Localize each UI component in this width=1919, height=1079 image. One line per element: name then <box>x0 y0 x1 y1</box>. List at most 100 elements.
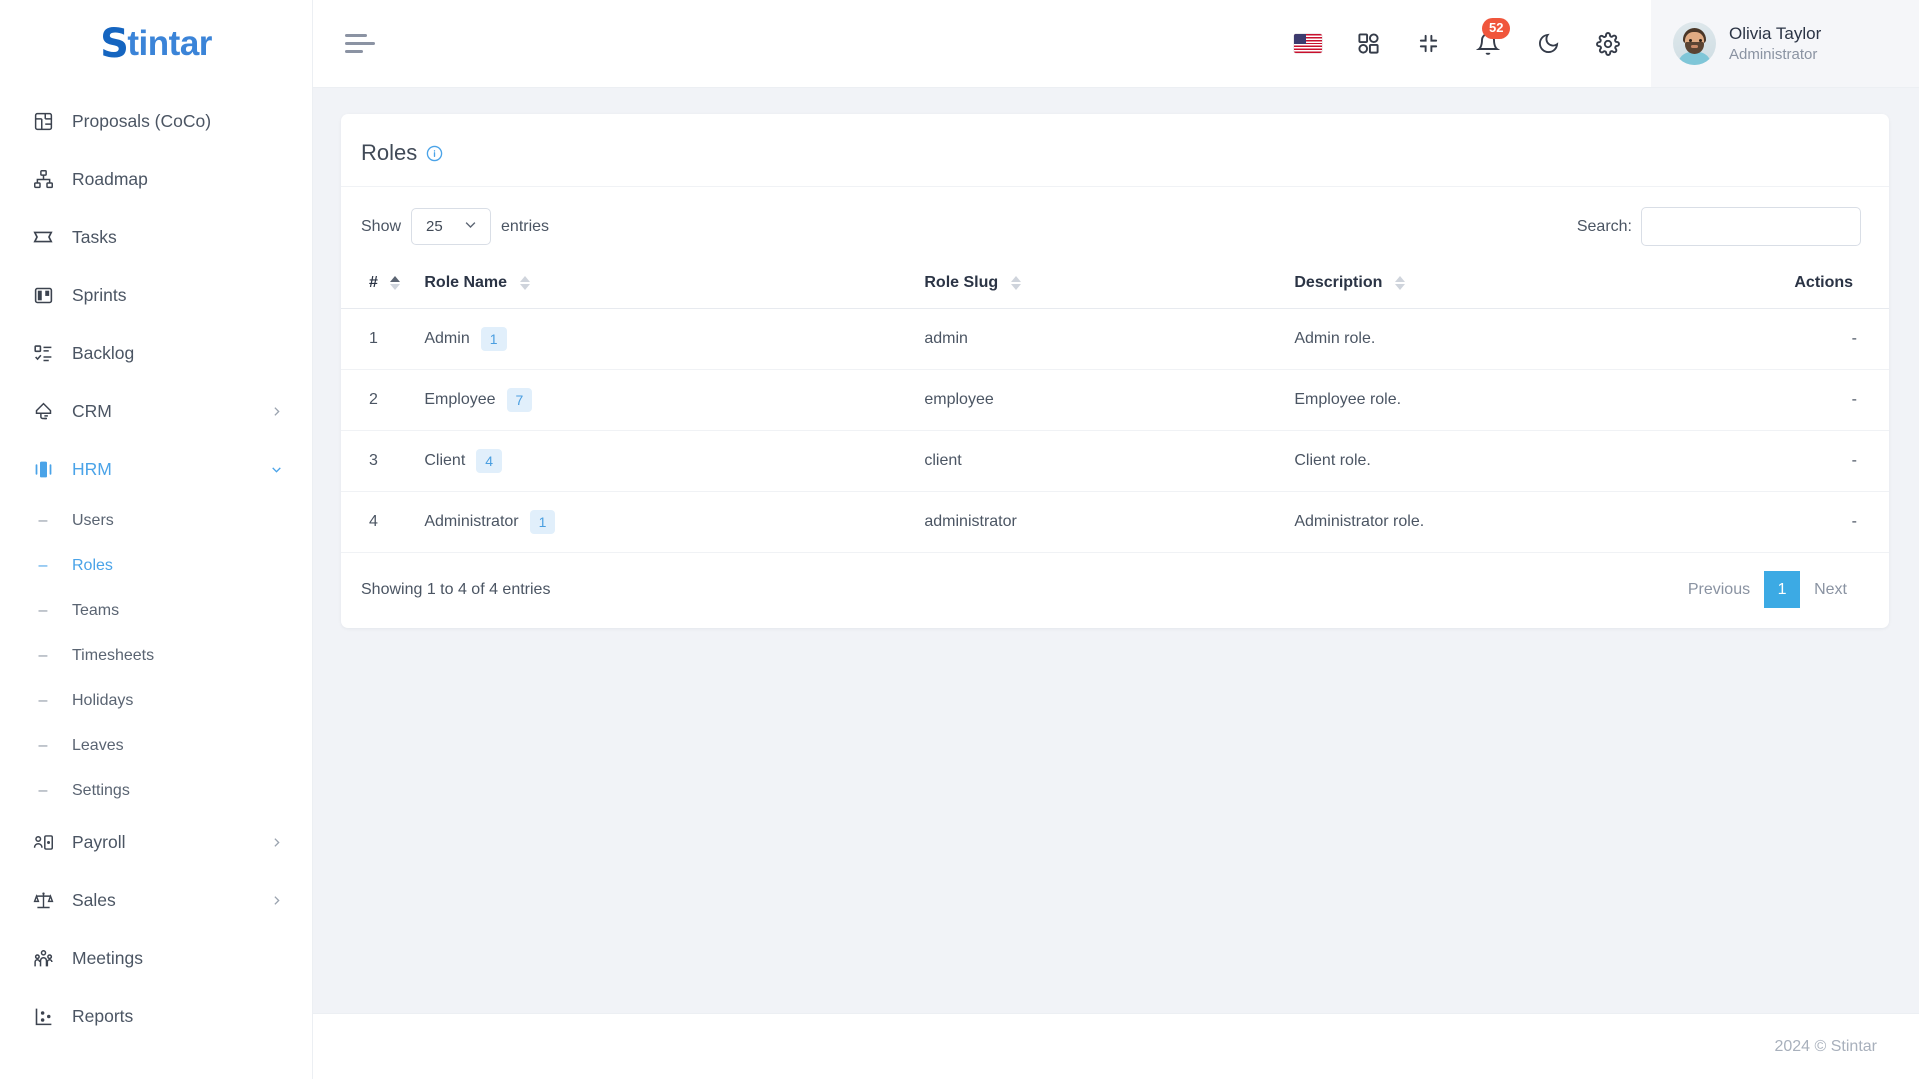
sort-arrows-icon <box>1394 275 1405 290</box>
content-area: Roles Show 102550100 ent <box>313 88 1919 1013</box>
sidebar-label: Reports <box>72 1005 134 1026</box>
column-header-role-slug[interactable]: Role Slug <box>912 260 1283 309</box>
page-title: Roles <box>361 140 418 165</box>
cell-actions: - <box>1782 308 1889 370</box>
pagination-previous[interactable]: Previous <box>1674 572 1764 608</box>
search-input[interactable] <box>1641 207 1861 246</box>
cell-actions: - <box>1782 491 1889 553</box>
table-row[interactable]: 1 Admin 1 admin Admin role. - <box>341 308 1889 370</box>
column-header-description[interactable]: Description <box>1282 260 1783 309</box>
cell-index: 1 <box>341 308 413 370</box>
card-header: Roles <box>341 114 1889 187</box>
role-name-text: Client <box>424 452 466 469</box>
reports-icon <box>30 1006 56 1027</box>
dash-icon: – <box>38 691 48 709</box>
role-count-badge: 7 <box>506 388 533 412</box>
sidebar-sublabel: Teams <box>72 601 120 619</box>
page-length-select[interactable]: 102550100 <box>411 208 492 245</box>
apps-grid-icon[interactable] <box>1353 29 1383 59</box>
brand-text: tintar <box>127 24 212 63</box>
pagination-next[interactable]: Next <box>1800 572 1861 608</box>
sidebar-item-roadmap[interactable]: Roadmap <box>0 150 312 208</box>
table-head: # Role Name Role Slug Description Action… <box>341 260 1889 309</box>
sort-arrows-icon <box>1010 275 1021 290</box>
column-header-actions: Actions <box>1782 260 1889 309</box>
entries-label: entries <box>501 217 550 235</box>
sidebar-item-hrm[interactable]: HRM <box>0 440 312 498</box>
sidebar-item-meetings[interactable]: Meetings <box>0 929 312 987</box>
sales-icon <box>30 890 56 911</box>
role-count-badge: 1 <box>529 510 556 534</box>
sidebar-subitem-users[interactable]: – Users <box>0 498 312 543</box>
user-menu[interactable]: Olivia Taylor Administrator <box>1651 0 1919 87</box>
page-length-control: Show 102550100 entries <box>361 208 549 245</box>
role-name-text: Admin <box>424 330 470 347</box>
dash-icon: – <box>38 511 48 529</box>
column-header-index[interactable]: # <box>341 260 413 309</box>
sidebar-label: Proposals (CoCo) <box>72 110 212 131</box>
role-count-badge: 4 <box>476 449 503 473</box>
cell-index: 2 <box>341 369 413 431</box>
role-name-text: Administrator <box>424 513 519 530</box>
chevron-right-icon <box>268 836 284 849</box>
sidebar-item-proposals[interactable]: Proposals (CoCo) <box>0 92 312 150</box>
sidebar-subitem-settings[interactable]: – Settings <box>0 768 312 813</box>
sort-arrows-icon <box>390 275 401 290</box>
dash-icon: – <box>38 646 48 664</box>
role-count-badge: 1 <box>480 327 507 351</box>
brand-logo[interactable]: Stintar <box>0 0 312 88</box>
moon-icon[interactable] <box>1533 29 1563 59</box>
compress-icon[interactable] <box>1413 29 1443 59</box>
sidebar-subitem-timesheets[interactable]: – Timesheets <box>0 633 312 678</box>
bell-icon[interactable]: 52 <box>1473 17 1511 59</box>
sidebar-item-payroll[interactable]: Payroll <box>0 813 312 871</box>
table-row[interactable]: 4 Administrator 1 administrator Administ… <box>341 491 1889 553</box>
table-footer: Showing 1 to 4 of 4 entries Previous 1 N… <box>341 553 1889 622</box>
topbar-icons: 52 <box>1293 0 1651 87</box>
cell-description: Employee role. <box>1282 369 1783 431</box>
column-header-role-name[interactable]: Role Name <box>412 260 913 309</box>
sidebar: Stintar Proposals (CoCo) Roadmap Tasks S… <box>0 0 313 1079</box>
sidebar-item-reports[interactable]: Reports <box>0 987 312 1045</box>
cell-role-slug: client <box>912 430 1283 492</box>
table-row[interactable]: 3 Client 4 client Client role. - <box>341 430 1889 492</box>
cell-actions: - <box>1782 430 1889 492</box>
sidebar-subitem-leaves[interactable]: – Leaves <box>0 723 312 768</box>
sidebar-sublabel: Leaves <box>72 736 124 754</box>
sidebar-label: CRM <box>72 400 112 421</box>
column-label: Role Name <box>424 274 508 291</box>
backlog-icon <box>30 343 56 364</box>
chevron-right-icon <box>268 405 284 418</box>
sidebar-sublabel: Settings <box>72 781 130 799</box>
sidebar-subitem-teams[interactable]: – Teams <box>0 588 312 633</box>
sidebar-subitem-roles[interactable]: – Roles <box>0 543 312 588</box>
sidebar-item-backlog[interactable]: Backlog <box>0 324 312 382</box>
sidebar-label: Payroll <box>72 831 126 852</box>
pagination-info: Showing 1 to 4 of 4 entries <box>361 580 551 598</box>
cell-description: Client role. <box>1282 430 1783 492</box>
hamburger-icon[interactable] <box>313 0 383 87</box>
cell-role-name: Employee 7 <box>412 369 913 431</box>
sidebar-item-sales[interactable]: Sales <box>0 871 312 929</box>
table-body: 1 Admin 1 admin Admin role. - 2 Employee… <box>341 308 1889 553</box>
sidebar-item-tasks[interactable]: Tasks <box>0 208 312 266</box>
sidebar-subitem-holidays[interactable]: – Holidays <box>0 678 312 723</box>
chevron-down-icon <box>268 463 284 476</box>
us-flag-icon[interactable] <box>1293 29 1323 59</box>
table-row[interactable]: 2 Employee 7 employee Employee role. - <box>341 369 1889 431</box>
gear-icon[interactable] <box>1593 29 1623 59</box>
info-circle-icon[interactable] <box>426 145 443 162</box>
sidebar-label: Sales <box>72 889 116 910</box>
sidebar-item-sprints[interactable]: Sprints <box>0 266 312 324</box>
sidebar-item-crm[interactable]: CRM <box>0 382 312 440</box>
dash-icon: – <box>38 781 48 799</box>
cell-role-name: Client 4 <box>412 430 913 492</box>
cell-index: 4 <box>341 491 413 553</box>
cell-actions: - <box>1782 369 1889 431</box>
sprints-icon <box>30 285 56 306</box>
meetings-icon <box>30 948 56 969</box>
column-label: Actions <box>1794 274 1854 291</box>
pagination-page-1[interactable]: 1 <box>1764 571 1801 608</box>
sidebar-label: Backlog <box>72 342 135 363</box>
